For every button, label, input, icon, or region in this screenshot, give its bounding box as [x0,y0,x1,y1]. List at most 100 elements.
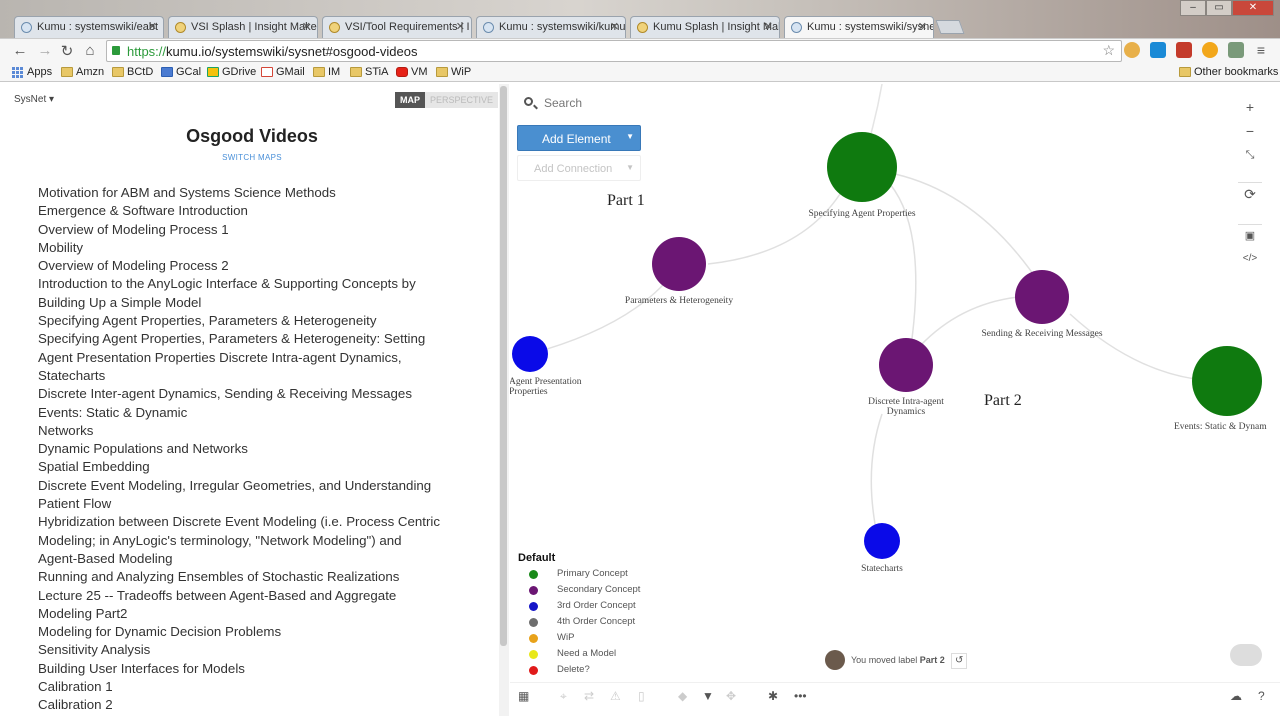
zoom-in-icon[interactable]: + [1238,96,1262,118]
star-icon[interactable]: ☆ [1102,42,1115,59]
reload-icon[interactable]: ↻ [58,42,76,60]
map-canvas[interactable]: Search Add Element ▼ Add Connection ▼ Pa… [510,84,1280,714]
avatar [825,650,845,670]
panel-scrollbar[interactable] [499,84,509,716]
folder-icon [61,67,73,77]
close-icon[interactable]: ✕ [764,20,773,33]
filter-icon[interactable]: ▼ [702,689,714,703]
connection-line [870,413,883,525]
close-icon[interactable]: ✕ [148,20,157,33]
extension-icon[interactable] [1124,42,1140,58]
calendar-icon [161,67,173,77]
list-item: Calibration 2 [38,697,113,713]
drop-icon[interactable]: ◆ [678,689,687,703]
browser-tab[interactable]: Kumu : systemswiki/eabt ✕ [14,16,164,38]
grid-icon[interactable]: ▦ [518,689,529,703]
bookmark-gcal[interactable]: GCal [161,66,201,78]
legend-dot [529,602,538,611]
fit-icon[interactable]: ⤡ [1238,144,1262,166]
browser-tab[interactable]: VSI/Tool Requirements | I ✕ [322,16,472,38]
map-mode-button[interactable]: MAP [394,92,425,108]
browser-tab[interactable]: VSI Splash | Insight Maker ✕ [168,16,318,38]
refresh-icon[interactable]: ⟳ [1238,182,1262,204]
forward-icon[interactable]: → [36,42,54,59]
perspective-mode-button[interactable]: PERSPECTIVE [424,92,498,108]
tab-label: Kumu : systemswiki/eabt [37,21,159,33]
node-discrete-intra-agent-dynamics [879,338,933,392]
home-icon[interactable]: ⌂ [81,42,99,59]
bookmark-vm[interactable]: VM [396,66,428,78]
extension-icon[interactable] [1202,42,1218,58]
list-item: Dynamic Populations and Networks [38,441,248,457]
back-icon[interactable]: ← [11,42,29,59]
close-window-button[interactable]: ✕ [1232,0,1274,16]
bookmark-amzn[interactable]: Amzn [61,66,104,78]
help-icon[interactable]: ? [1258,689,1265,703]
legend-label: Delete? [557,664,590,675]
url-scheme: https:// [127,44,167,59]
map-search[interactable]: Search [524,96,582,110]
cloud-icon[interactable]: ☁ [1230,689,1242,703]
extension-icon[interactable] [1228,42,1244,58]
caret-down-icon[interactable]: ▼ [626,132,634,141]
embed-code-icon[interactable]: </> [1238,248,1262,270]
minimize-button[interactable]: – [1180,0,1206,16]
browser-tab[interactable]: Kumu : systemswiki/kumu ✕ [476,16,626,38]
node-agent-presentation-properties [512,336,548,372]
browser-tab-active[interactable]: Kumu : systemswiki/sysne ✕ [784,16,934,39]
scrollbar-thumb[interactable] [500,86,507,646]
bookmark-label: WiP [451,66,472,78]
bookmark-other[interactable]: Other bookmarks [1179,66,1278,78]
tab-label: Kumu : systemswiki/sysne [807,21,934,33]
bookmark-apps[interactable]: Apps [12,66,52,78]
bookmark-bctd[interactable]: BCtD [112,66,153,78]
drive-icon [207,67,219,77]
close-icon[interactable]: ✕ [456,20,465,33]
window-controls: – ▭ ✕ [1180,0,1274,16]
list-item: Building Up a Simple Model [38,294,202,310]
menu-icon[interactable]: ≡ [1252,42,1270,58]
warning-icon[interactable]: ⚠ [610,689,621,703]
legend-label: Need a Model [557,648,617,659]
list-item: Overview of Modeling Process 1 [38,221,229,237]
screenshot-icon[interactable]: ▣ [1238,224,1262,246]
add-element-button[interactable]: Add Element ▼ [517,125,641,151]
bookmark-wip[interactable]: WiP [436,66,471,78]
add-connection-button[interactable]: Add Connection ▼ [517,155,641,181]
project-dropdown[interactable]: SysNet ▾ [14,94,54,105]
trash-icon[interactable]: ▯ [638,689,645,703]
shuffle-icon[interactable]: ⇄ [584,689,594,703]
extension-icon[interactable] [1176,42,1192,58]
focus-icon[interactable]: ✥ [726,689,736,703]
map-label-part1[interactable]: Part 1 [607,192,645,210]
map-label-part2[interactable]: Part 2 [984,392,1022,410]
bookmark-im[interactable]: IM [313,66,340,78]
zoom-out-icon[interactable]: − [1238,120,1262,142]
node-label: Statecharts [861,564,903,574]
node-sending-receiving-messages [1015,270,1069,324]
bulb-icon [175,22,186,33]
layout-icon[interactable]: ✱ [768,689,778,703]
close-icon[interactable]: ✕ [302,20,311,33]
close-icon[interactable]: ✕ [610,20,619,33]
more-icon[interactable]: ••• [794,689,807,703]
pin-icon[interactable]: ⌖ [560,689,567,704]
bookmark-label: STiA [365,66,389,78]
bookmark-gdrive[interactable]: GDrive [207,66,256,78]
node-label: Events: Static & Dynam [1174,422,1267,432]
bookmark-stia[interactable]: STiA [350,66,388,78]
switch-maps-link[interactable]: SWITCH MAPS [6,153,498,162]
video-icon [396,67,408,77]
undo-icon[interactable]: ↺ [951,653,968,669]
new-tab-button[interactable] [935,20,965,34]
folder-icon [313,67,325,77]
close-icon[interactable]: ✕ [918,20,927,33]
map-description-panel: SysNet ▾ MAP PERSPECTIVE Osgood Videos S… [6,84,498,716]
list-item: Agent-Based Modeling [38,550,173,566]
bookmark-gmail[interactable]: GMail [261,66,305,78]
caret-down-icon[interactable]: ▼ [626,163,634,172]
browser-tab[interactable]: Kumu Splash | Insight Mak ✕ [630,16,780,38]
extension-icon[interactable] [1150,42,1166,58]
address-bar[interactable]: https://kumu.io/systemswiki/sysnet#osgoo… [106,40,1122,62]
maximize-button[interactable]: ▭ [1206,0,1232,16]
